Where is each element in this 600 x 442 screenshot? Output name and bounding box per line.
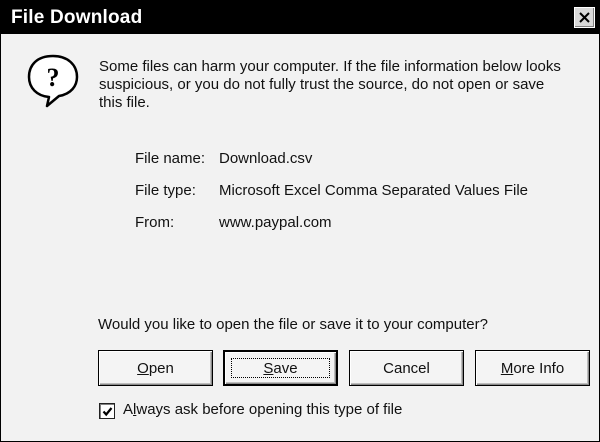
title-bar[interactable]: File Download [1,1,599,34]
from-value: www.paypal.com [219,214,332,231]
close-button[interactable] [574,7,595,28]
open-button-label: Open [137,359,174,377]
open-button[interactable]: Open [98,350,213,386]
file-name-value: Download.csv [219,150,313,167]
more-info-button-label: More Info [500,359,565,377]
dialog-title: File Download [11,7,143,28]
file-download-dialog: File Download ? Some files can harm your… [0,0,600,442]
save-button-label: Save [263,359,298,377]
save-button[interactable]: Save [223,350,338,386]
checkmark-icon [102,406,112,416]
file-name-label: File name: [135,150,206,167]
more-info-button[interactable]: More Info [475,350,590,386]
cancel-button[interactable]: Cancel [349,350,464,386]
from-label: From: [135,214,175,231]
warning-message: Some files can harm your computer. If th… [99,58,561,111]
close-icon [579,12,590,23]
always-ask-checkbox[interactable] [99,403,115,419]
file-type-label: File type: [135,182,196,199]
always-ask-label[interactable]: Always ask before opening this type of f… [123,401,402,418]
svg-text:?: ? [47,63,60,92]
open-or-save-question: Would you like to open the file or save … [98,316,488,333]
question-mark-icon: ? [27,54,79,108]
file-type-value: Microsoft Excel Comma Separated Values F… [219,182,529,199]
cancel-button-label: Cancel [383,359,430,377]
